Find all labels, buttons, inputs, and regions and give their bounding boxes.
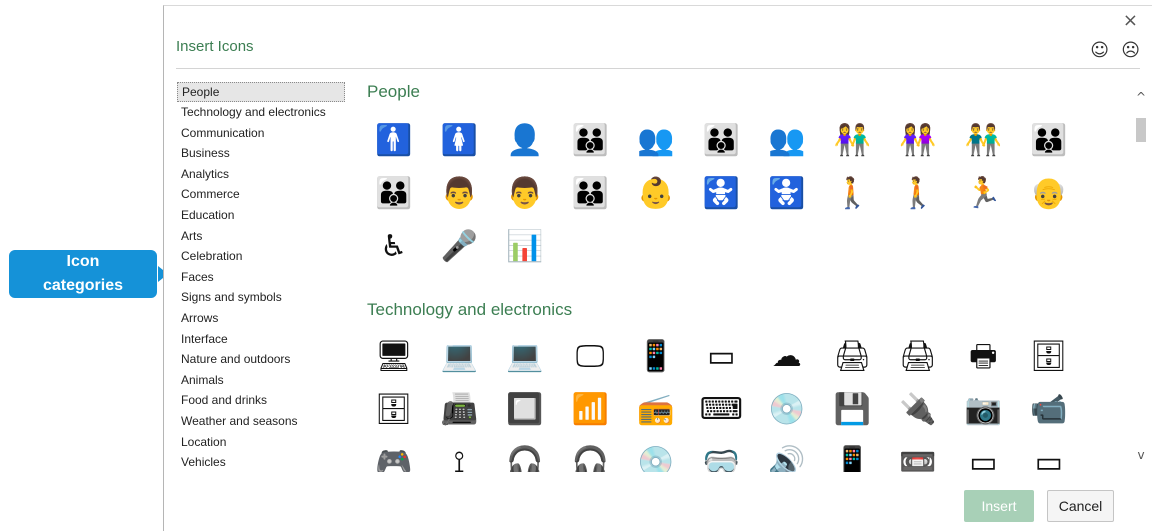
headphones-icon[interactable]: 🎧: [558, 436, 624, 472]
category-item-weather-and-seasons[interactable]: Weather and seasons: [177, 411, 345, 432]
barcode-printer-icon[interactable]: 🖶: [951, 330, 1017, 383]
printer-icon[interactable]: 🖨: [820, 330, 886, 383]
close-icon[interactable]: ×: [1123, 12, 1138, 30]
family-group-icon[interactable]: 👪: [558, 167, 624, 220]
category-item-animals[interactable]: Animals: [177, 370, 345, 391]
scanner-icon[interactable]: 📠: [427, 383, 493, 436]
typewriter-icon[interactable]: ⌨: [689, 383, 755, 436]
category-item-faces[interactable]: Faces: [177, 267, 345, 288]
television-icon[interactable]: ▭: [951, 436, 1017, 472]
earbuds-icon[interactable]: 🎧: [492, 436, 558, 472]
icon-categories-callout: Icon categories: [9, 250, 168, 298]
user-icon[interactable]: 👤: [492, 114, 558, 167]
dvd-player-icon[interactable]: 📼: [885, 436, 951, 472]
category-item-interface[interactable]: Interface: [177, 329, 345, 350]
callout-box: Icon categories: [9, 250, 157, 298]
parents-with-child-icon[interactable]: 👪: [361, 167, 427, 220]
category-item-arts[interactable]: Arts: [177, 226, 345, 247]
insert-icons-dialog: × Insert Icons ☺ ☹ People Technology and …: [163, 5, 1152, 531]
icon-panel: People 🚹 🚺 👤 👪 👥 👪 👥 👫 👭 👬 👪 👪 👨 👨 👪 👶 🚼 🚼 🚶 🚶 🏃 👴 ♿ 🎤 📊 Technol…: [361, 78, 1131, 472]
phone-icon[interactable]: 📱: [820, 436, 886, 472]
presentation-icon[interactable]: 📊: [492, 220, 558, 273]
camera-icon[interactable]: 📷: [951, 383, 1017, 436]
father-with-child-icon[interactable]: 👨: [492, 167, 558, 220]
webcam-icon[interactable]: 📹: [1016, 383, 1082, 436]
crawling-man-icon[interactable]: 🚶: [820, 167, 886, 220]
couple-icon[interactable]: 👫: [820, 114, 886, 167]
cpu-chip-icon[interactable]: 🔲: [492, 383, 558, 436]
category-item-food-and-drinks[interactable]: Food and drinks: [177, 390, 345, 411]
category-item-arrows[interactable]: Arrows: [177, 308, 345, 329]
monitor-icon[interactable]: 🖵: [558, 330, 624, 383]
laptop-web-icon[interactable]: 💻: [492, 330, 558, 383]
speaker-podium-icon[interactable]: 🎤: [427, 220, 493, 273]
laptop-icon[interactable]: 💻: [427, 330, 493, 383]
elderly-icon[interactable]: 👴: [1016, 167, 1082, 220]
dialog-title: Insert Icons: [176, 38, 254, 55]
fax-icon[interactable]: 🖨: [885, 330, 951, 383]
vertical-scrollbar[interactable]: ^ v: [1133, 90, 1149, 462]
woman-icon[interactable]: 🚺: [427, 114, 493, 167]
category-item-business[interactable]: Business: [177, 143, 345, 164]
scroll-down-icon[interactable]: v: [1133, 448, 1149, 462]
vr-headset-icon[interactable]: 🥽: [689, 436, 755, 472]
scroll-up-icon[interactable]: ^: [1133, 90, 1149, 104]
walking-icon[interactable]: 🚶: [885, 167, 951, 220]
technology-icon-grid: 🖥 💻 💻 🖵 📱 ▭ ☁ 🖨 🖨 🖶 🗄 🗄 📠 🔲 📶 📻 ⌨ 💿 💾 🔌 📷 📹 🎮 ⟟ 🎧 🎧 💿 🥽 🔊 📱 📼 ▭ ▭: [361, 330, 1082, 472]
insert-button[interactable]: Insert: [964, 490, 1034, 522]
wifi-router-icon[interactable]: 📶: [558, 383, 624, 436]
desktop-computer-icon[interactable]: 🖥: [361, 330, 427, 383]
cancel-button[interactable]: Cancel: [1047, 490, 1114, 522]
category-item-commerce[interactable]: Commerce: [177, 184, 345, 205]
tablet-icon[interactable]: ▭: [689, 330, 755, 383]
two-men-icon[interactable]: 👬: [951, 114, 1017, 167]
category-item-people[interactable]: People: [177, 82, 345, 102]
family-three-icon[interactable]: 👪: [558, 114, 624, 167]
father-carrying-child-icon[interactable]: 👨: [427, 167, 493, 220]
running-icon[interactable]: 🏃: [951, 167, 1017, 220]
callout-line-2: categories: [42, 277, 124, 294]
man-icon[interactable]: 🚹: [361, 114, 427, 167]
baby-icon[interactable]: 👶: [623, 167, 689, 220]
title-divider: [176, 68, 1140, 69]
section-title-people: People: [367, 82, 420, 101]
category-item-location[interactable]: Location: [177, 432, 345, 453]
category-item-communication[interactable]: Communication: [177, 123, 345, 144]
category-item-analytics[interactable]: Analytics: [177, 164, 345, 185]
projector-screen-icon[interactable]: ▭: [1016, 436, 1082, 472]
category-item-education[interactable]: Education: [177, 205, 345, 226]
family-four-icon[interactable]: 👪: [689, 114, 755, 167]
group-icon[interactable]: 👥: [623, 114, 689, 167]
category-item-nature-and-outdoors[interactable]: Nature and outdoors: [177, 349, 345, 370]
cloud-sync-icon[interactable]: ☁: [754, 330, 820, 383]
send-frown-icon[interactable]: ☹: [1121, 42, 1140, 60]
server-icon[interactable]: 🗄: [361, 383, 427, 436]
callout-line-1: Icon: [66, 253, 100, 270]
floppy-disk-icon[interactable]: 💾: [820, 383, 886, 436]
category-item-celebration[interactable]: Celebration: [177, 246, 345, 267]
usb-symbol-icon[interactable]: ⟟: [427, 436, 493, 472]
gamepad-icon[interactable]: 🎮: [361, 436, 427, 472]
crawling-baby-icon[interactable]: 🚼: [689, 167, 755, 220]
scrollbar-thumb[interactable]: [1136, 118, 1146, 142]
speakers-icon[interactable]: 🔊: [754, 436, 820, 472]
cd-disc-icon[interactable]: 💿: [754, 383, 820, 436]
category-item-vehicles[interactable]: Vehicles: [177, 452, 345, 473]
category-item-signs-and-symbols[interactable]: Signs and symbols: [177, 287, 345, 308]
send-smile-icon[interactable]: ☺: [1090, 42, 1109, 60]
crowd-icon[interactable]: 👥: [754, 114, 820, 167]
smartphone-icon[interactable]: 📱: [623, 330, 689, 383]
section-title-technology: Technology and electronics: [367, 300, 573, 319]
people-icon-grid: 🚹 🚺 👤 👪 👥 👪 👥 👫 👭 👬 👪 👪 👨 👨 👪 👶 🚼 🚼 🚶 🚶 🏃 👴 ♿ 🎤 📊: [361, 114, 1082, 273]
usb-cable-icon[interactable]: 🔌: [885, 383, 951, 436]
radio-icon[interactable]: 📻: [623, 383, 689, 436]
server-rack-icon[interactable]: 🗄: [1016, 330, 1082, 383]
category-item-technology-and-electronics[interactable]: Technology and electronics: [177, 102, 345, 123]
family-with-child-icon[interactable]: 👪: [1016, 114, 1082, 167]
diaper-changing-icon[interactable]: 🚼: [754, 167, 820, 220]
wheelchair-icon[interactable]: ♿: [361, 220, 427, 273]
category-list: People Technology and electronics Communic…: [177, 82, 345, 473]
vinyl-record-icon[interactable]: 💿: [623, 436, 689, 472]
two-women-icon[interactable]: 👭: [885, 114, 951, 167]
